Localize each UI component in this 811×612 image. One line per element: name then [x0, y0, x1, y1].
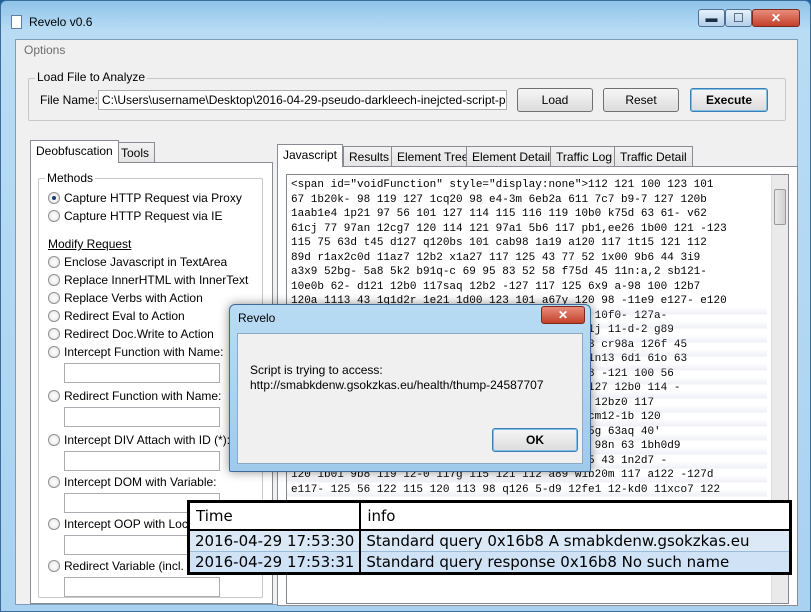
tab-tools[interactable]: Tools	[115, 142, 156, 163]
dialog-body: Script is trying to access: http://smabk…	[237, 333, 583, 464]
scroll-thumb[interactable]	[774, 189, 786, 225]
table-row[interactable]: 2016-04-29 17:53:30 Standard query 0x16b…	[190, 530, 789, 552]
tab-results[interactable]: Results	[343, 146, 396, 167]
dialog-message: Script is trying to access:	[250, 363, 383, 377]
radio-label: Replace Verbs with Action	[64, 291, 203, 305]
radio-label: Redirect Function with Name:	[64, 389, 222, 403]
column-header-info: info	[360, 503, 789, 531]
title-bar[interactable]: Revelo v0.6	[7, 7, 802, 33]
radio-label: Enclose Javascript in TextArea	[64, 255, 228, 269]
radio-replace-verbs[interactable]: Replace Verbs with Action	[48, 289, 248, 307]
cell-info: Standard query response 0x16b8 No such n…	[360, 551, 789, 572]
radio-intercept-function[interactable]: Intercept Function with Name:	[48, 343, 248, 361]
maximize-button[interactable]: ☐	[725, 9, 752, 27]
tab-traffic-log[interactable]: Traffic Log	[550, 146, 619, 167]
modify-request-heading: Modify Request	[48, 237, 132, 251]
radio-label: Redirect Variable (incl. par	[64, 559, 205, 573]
traffic-log-table-frame: Time info 2016-04-29 17:53:30 Standard q…	[190, 503, 789, 572]
radio-capture-ie[interactable]: Capture HTTP Request via IE	[48, 207, 248, 225]
radio-label: Redirect Doc.Write to Action	[64, 327, 214, 341]
radio-label: Redirect Eval to Action	[64, 309, 185, 323]
radio-label: Intercept DOM with Variable:	[64, 475, 217, 489]
radio-circle[interactable]	[48, 274, 60, 286]
radio-redirect-function[interactable]: Redirect Function with Name:	[48, 387, 248, 405]
menu-bar: Options	[16, 40, 797, 60]
main-window: Revelo v0.6 ▬ ☐ ✕ Options Load File to A…	[0, 0, 811, 612]
radio-redirect-eval[interactable]: Redirect Eval to Action	[48, 307, 248, 325]
radio-intercept-dom[interactable]: Intercept DOM with Variable:	[48, 473, 248, 491]
menu-options[interactable]: Options	[24, 43, 65, 57]
close-button[interactable]: ✕	[752, 9, 800, 27]
radio-circle[interactable]	[48, 476, 60, 488]
minimize-button[interactable]: ▬	[698, 9, 725, 27]
radio-redirect-docwrite[interactable]: Redirect Doc.Write to Action	[48, 325, 248, 343]
radio-circle[interactable]	[48, 390, 60, 402]
radio-circle[interactable]	[48, 210, 60, 222]
radio-label: Replace InnerHTML with InnerText	[64, 273, 249, 287]
dialog-title: Revelo	[238, 311, 276, 325]
column-header-time: Time	[190, 503, 362, 531]
cell-time: 2016-04-29 17:53:30	[190, 530, 362, 552]
window-title: Revelo v0.6	[29, 15, 93, 29]
traffic-log-table: Time info 2016-04-29 17:53:30 Standard q…	[190, 503, 789, 572]
load-file-group-label: Load File to Analyze	[35, 70, 148, 84]
table-row[interactable]: 2016-04-29 17:53:31 Standard query respo…	[190, 551, 789, 572]
radio-enclose-js[interactable]: Enclose Javascript in TextArea	[48, 253, 248, 271]
radio-circle[interactable]	[48, 310, 60, 322]
execute-button[interactable]: Execute	[690, 88, 768, 112]
tab-javascript[interactable]: Javascript	[277, 144, 344, 167]
radio-circle[interactable]	[48, 192, 60, 204]
cell-info: Standard query 0x16b8 A smabkdenw.gsokzk…	[360, 530, 789, 552]
table-header-row: Time info	[190, 503, 789, 531]
radio-replace-innerhtml[interactable]: Replace InnerHTML with InnerText	[48, 271, 248, 289]
radio-circle[interactable]	[48, 434, 60, 446]
intercept-function-input[interactable]	[64, 363, 220, 383]
radio-label: Capture HTTP Request via Proxy	[64, 191, 242, 205]
tab-traffic-detail[interactable]: Traffic Detail	[614, 146, 693, 167]
radio-intercept-div[interactable]: Intercept DIV Attach with ID (*):	[48, 431, 248, 449]
load-button[interactable]: Load	[517, 88, 593, 112]
redirect-function-input[interactable]	[64, 407, 220, 427]
radio-circle[interactable]	[48, 328, 60, 340]
dialog-url: http://smabkdenw.gsokzkas.eu/health/thum…	[250, 378, 544, 392]
app-document-icon	[11, 15, 22, 29]
tab-deobfuscation[interactable]: Deobfuscation	[30, 140, 119, 163]
cell-time: 2016-04-29 17:53:31	[190, 551, 362, 572]
dialog-close-button[interactable]: ✕	[541, 306, 585, 324]
redirect-variable-input[interactable]	[64, 577, 220, 597]
radio-label: Capture HTTP Request via IE	[64, 209, 223, 223]
tab-element-tree[interactable]: Element Tree	[391, 146, 475, 167]
alert-dialog: Revelo ✕ Script is trying to access: htt…	[229, 304, 591, 472]
intercept-div-input[interactable]	[64, 451, 220, 471]
radio-capture-proxy[interactable]: Capture HTTP Request via Proxy	[48, 189, 248, 207]
radio-circle[interactable]	[48, 256, 60, 268]
radio-circle[interactable]	[48, 560, 60, 572]
tab-element-detail[interactable]: Element Detail	[466, 146, 557, 167]
file-name-label: File Name:	[40, 93, 99, 107]
radio-circle[interactable]	[48, 346, 60, 358]
radio-label: Intercept Function with Name:	[64, 345, 224, 359]
radio-circle[interactable]	[48, 292, 60, 304]
traffic-log-overlay: Time info 2016-04-29 17:53:30 Standard q…	[187, 500, 792, 575]
ok-button[interactable]: OK	[492, 428, 578, 452]
file-path-input[interactable]: C:\Users\username\Desktop\2016-04-29-pse…	[98, 90, 507, 110]
radio-circle[interactable]	[48, 518, 60, 530]
reset-button[interactable]: Reset	[603, 88, 679, 112]
methods-group-label: Methods	[45, 171, 96, 185]
radio-label: Intercept DIV Attach with ID (*):	[64, 433, 231, 447]
